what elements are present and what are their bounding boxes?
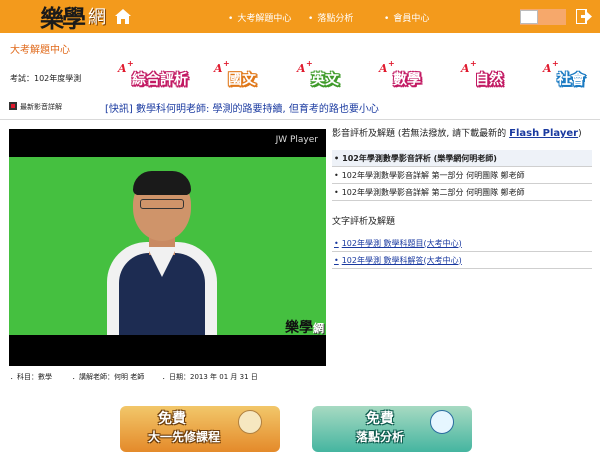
text-item-label: 102年學測 數學科題目(大考中心) (341, 238, 462, 248)
section-title: 大考解題中心 (10, 45, 70, 56)
top-navigation-bar: 樂學 網 • 大考解題中心 • 落點分析 • 會員中心 (0, 0, 600, 33)
home-icon[interactable] (115, 9, 131, 24)
banner-line2: 落點分析 (356, 430, 405, 444)
nav-bullet: • (384, 14, 390, 24)
a-plus-badge-icon: A (379, 62, 388, 75)
nav-exam-center[interactable]: • 大考解題中心 (228, 11, 291, 24)
watermark-text-2: 網 (313, 322, 324, 335)
subject-label: 數學 (393, 72, 421, 88)
subject-tab-overall[interactable]: A + 綜合評析 (118, 59, 210, 92)
a-plus-badge-icon: A (297, 62, 306, 75)
subject-tab-social[interactable]: A + 社會 (543, 59, 595, 92)
video-item-label: 102年學測數學影音詳解 第一部分 何明團隊 鄭老師 (341, 170, 525, 180)
user-account-box[interactable] (520, 9, 566, 25)
presenter-hair (133, 171, 191, 195)
logout-icon[interactable] (576, 9, 592, 24)
subject-label: 自然 (475, 72, 503, 88)
video-frame[interactable]: 樂學網 (9, 157, 326, 335)
news-label: 最新影音詳解 (20, 103, 62, 111)
subject-tab-chinese[interactable]: A + 國文 (214, 59, 276, 92)
list-bullet: • (334, 255, 339, 265)
plus-mark: + (223, 59, 230, 68)
logo-text: 樂學 (40, 3, 86, 33)
video-section-heading-text: 影音評析及解題 (若無法撥放, 請下載最新的 (332, 129, 507, 139)
a-plus-badge-icon: A (118, 62, 127, 75)
video-item-label: 102年學測數學影音評析 (樂學網何明老師) (342, 153, 497, 163)
banner-line1: 免費 (158, 411, 186, 427)
video-icon (9, 102, 17, 110)
banner-line2: 大一先修課程 (148, 430, 221, 444)
video-list: • 102年學測數學影音評析 (樂學網何明老師) • 102年學測數學影音詳解 第一… (332, 150, 592, 201)
watermark-text: 樂學 (285, 320, 313, 335)
plus-mark: + (470, 59, 477, 68)
text-list: • 102年學測 數學科題目(大考中心) • 102年學測 數學科解答(大考中心) (332, 235, 592, 269)
free-placement-analysis-banner[interactable]: 免費 落點分析 (312, 406, 472, 452)
video-list-item[interactable]: • 102年學測數學影音詳解 第一部分 何明團隊 鄭老師 (332, 167, 592, 184)
nav-bullet: • (228, 14, 234, 24)
banner-line1: 免費 (366, 411, 394, 427)
text-section-heading: 文字評析及解題 (332, 217, 396, 227)
news-ticker-link[interactable]: [快訊] 數學科何明老師: 學測的路要持續, 但育考的路也要小心 (105, 100, 379, 115)
site-logo[interactable]: 樂學 網 (40, 1, 106, 33)
video-list-item[interactable]: • 102年學測數學影音評析 (樂學網何明老師) (332, 150, 592, 167)
subject-tab-english[interactable]: A + 英文 (297, 59, 359, 92)
user-avatar-icon (520, 10, 538, 24)
exam-label: 考試：102年度學測 (10, 74, 82, 83)
player-label: JW Player (275, 135, 318, 145)
news-bar: 最新影音詳解 [快訊] 數學科何明老師: 學測的路要持續, 但育考的路也要小心 (0, 98, 600, 115)
subject-tab-science[interactable]: A + 自然 (461, 59, 523, 92)
subject-label: 國文 (228, 72, 256, 88)
logo-text-2: 網 (88, 7, 106, 28)
subject-label: 社會 (557, 72, 585, 88)
nav-label: 落點分析 (317, 14, 354, 24)
nav-placement-analysis[interactable]: • 落點分析 (308, 11, 353, 24)
text-item-label: 102年學測 數學科解答(大考中心) (341, 255, 462, 265)
flash-player-link[interactable]: Flash Player (509, 128, 578, 139)
list-bullet: • (334, 153, 340, 163)
text-list-item[interactable]: • 102年學測 數學科解答(大考中心) (332, 252, 592, 269)
meta-date: ．日期：2013 年 01 月 31 日 (162, 373, 258, 381)
video-list-item[interactable]: • 102年學測數學影音詳解 第二部分 何明團隊 鄭老師 (332, 184, 592, 201)
nav-label: 大考解題中心 (237, 14, 292, 24)
plus-mark: + (388, 59, 395, 68)
a-plus-badge-icon: A (543, 62, 552, 75)
a-plus-badge-icon: A (214, 62, 223, 75)
promo-banners: 免費 大一先修課程 免費 落點分析 (0, 400, 600, 452)
presenter-glasses (140, 199, 184, 209)
subject-label: 英文 (311, 72, 339, 88)
nav-label: 會員中心 (393, 14, 430, 24)
video-section-heading-end: ) (578, 129, 582, 139)
plus-mark: + (552, 59, 559, 68)
subject-tab-math[interactable]: A + 數學 (379, 59, 441, 92)
video-watermark: 樂學網 (285, 317, 324, 335)
a-plus-badge-icon: A (461, 62, 470, 75)
plus-mark: + (127, 59, 134, 68)
robot-icon (430, 410, 454, 434)
subject-label: 綜合評析 (132, 72, 188, 88)
character-icon (238, 410, 262, 434)
video-item-label: 102年學測數學影音詳解 第二部分 何明團隊 鄭老師 (341, 187, 525, 197)
text-list-item[interactable]: • 102年學測 數學科題目(大考中心) (332, 235, 592, 252)
list-bullet: • (334, 187, 339, 197)
divider (0, 119, 600, 120)
plus-mark: + (306, 59, 313, 68)
nav-bullet: • (308, 14, 314, 24)
meta-subject: ．科目：數學 (10, 373, 52, 381)
video-section-heading: 影音評析及解題 (若無法撥放, 請下載最新的 Flash Player) (332, 126, 582, 139)
free-prep-course-banner[interactable]: 免費 大一先修課程 (120, 406, 280, 452)
video-player[interactable]: JW Player 樂學網 (9, 129, 326, 366)
list-bullet: • (334, 238, 339, 248)
list-bullet: • (334, 170, 339, 180)
nav-member-center[interactable]: • 會員中心 (384, 11, 429, 24)
meta-teacher: ．講解老師：何明 老師 (72, 373, 145, 381)
